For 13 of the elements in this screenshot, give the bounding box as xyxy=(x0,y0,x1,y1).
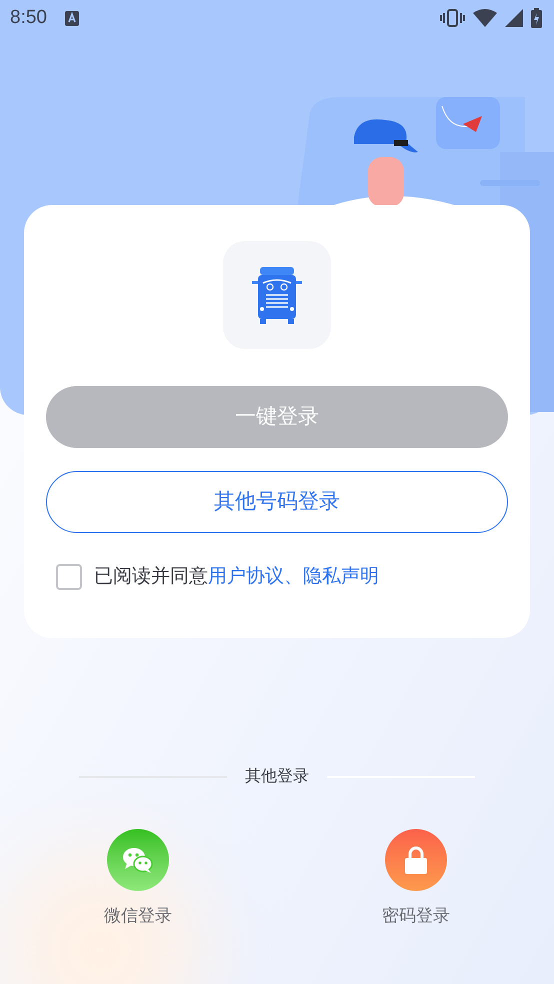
agreement-link[interactable]: 用户协议、隐私声明 xyxy=(208,566,379,587)
status-time: 8:50 xyxy=(10,6,47,30)
wifi-icon xyxy=(473,9,497,27)
login-option-label[interactable]: 密码登录 xyxy=(382,903,450,928)
other-login-title: 其他登录 xyxy=(245,766,309,787)
other-number-login-button[interactable]: 其他号码登录 xyxy=(46,471,508,533)
truck-icon xyxy=(223,241,331,349)
signal-icon xyxy=(505,9,523,27)
login-option-label[interactable]: 微信登录 xyxy=(104,903,172,928)
agreement-text: 已阅读并同意用户协议、隐私声明 xyxy=(94,565,379,589)
vibrate-icon xyxy=(440,9,465,27)
battery-icon xyxy=(531,8,542,28)
agreement-checkbox[interactable] xyxy=(56,564,82,590)
